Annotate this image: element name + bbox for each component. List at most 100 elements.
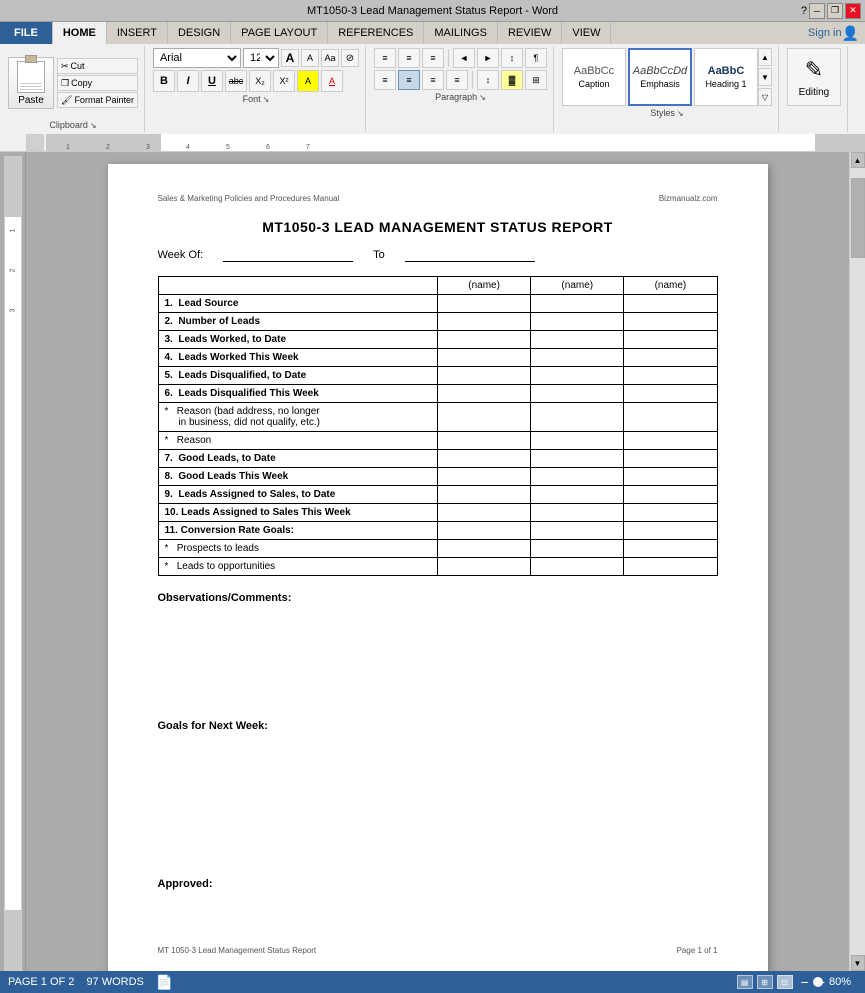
table-row: 9. Leads Assigned to Sales, to Date: [158, 486, 717, 504]
row8-col3: [624, 468, 717, 486]
font-size-select[interactable]: 12: [243, 48, 279, 68]
styles-scroll-down[interactable]: ▼: [758, 68, 772, 86]
restore-button[interactable]: ❐: [827, 3, 843, 19]
tab-page-layout[interactable]: PAGE LAYOUT: [231, 22, 328, 44]
line-spacing-button[interactable]: ↕: [477, 70, 499, 90]
borders-button[interactable]: ⊞: [525, 70, 547, 90]
table-row: 10. Leads Assigned to Sales This Week: [158, 504, 717, 522]
clipboard-expand-icon[interactable]: ↘: [90, 121, 97, 130]
styles-scroll-up[interactable]: ▲: [758, 48, 772, 66]
doc-icon[interactable]: 📄: [156, 974, 173, 991]
editing-label: [813, 108, 816, 118]
superscript-button[interactable]: X²: [273, 70, 295, 92]
row5-label: 5. Leads Disqualified, to Date: [158, 367, 438, 385]
numbering-button[interactable]: ≡: [398, 48, 420, 68]
row5-col3: [624, 367, 717, 385]
vertical-scrollbar[interactable]: ▲ ▼: [849, 152, 865, 971]
highlight-button[interactable]: A: [297, 70, 319, 92]
font-row2: B I U abc X₂ X² A A: [153, 70, 359, 92]
table-row: * Reason: [158, 432, 717, 450]
font-family-select[interactable]: Arial: [153, 48, 241, 68]
observations-content[interactable]: [158, 610, 718, 660]
underline-button[interactable]: U: [201, 70, 223, 92]
help-icon[interactable]: ?: [801, 5, 807, 17]
tab-home[interactable]: HOME: [53, 22, 107, 44]
increase-font-button[interactable]: A: [281, 49, 299, 67]
style-caption[interactable]: AaBbCc Caption: [562, 48, 626, 106]
copy-button[interactable]: ❐ Copy: [57, 75, 138, 91]
style-emphasis[interactable]: AaBbCcDd Emphasis: [628, 48, 692, 106]
tab-insert[interactable]: INSERT: [107, 22, 168, 44]
editing-button[interactable]: ✎ Editing: [787, 48, 841, 106]
decrease-font-button[interactable]: A: [301, 49, 319, 67]
row1-col1: [438, 295, 531, 313]
font-expand-icon[interactable]: ↘: [263, 95, 270, 104]
format-painter-button[interactable]: 🖌 Format Painter: [57, 92, 138, 108]
row7-label: 7. Good Leads, to Date: [158, 450, 438, 468]
table-header-label-col: [158, 277, 438, 295]
tab-file[interactable]: FILE: [0, 22, 53, 44]
web-layout-view[interactable]: ⊡: [777, 975, 793, 989]
paragraph-expand-icon[interactable]: ↘: [479, 93, 486, 102]
align-left-button[interactable]: ≡: [374, 70, 396, 90]
zoom-minus-button[interactable]: −: [801, 974, 809, 990]
multilevel-button[interactable]: ≡: [422, 48, 444, 68]
scrollbar-thumb[interactable]: [851, 178, 865, 258]
minimize-button[interactable]: ─: [809, 3, 825, 19]
subscript-button[interactable]: X₂: [249, 70, 271, 92]
to-field[interactable]: [405, 249, 535, 262]
scrollbar-down-button[interactable]: ▼: [851, 955, 865, 971]
italic-button[interactable]: I: [177, 70, 199, 92]
bold-button[interactable]: B: [153, 70, 175, 92]
zoom-controls: − + 80%: [801, 974, 857, 990]
clear-formatting-button[interactable]: ⊘: [341, 49, 359, 67]
strikethrough-button[interactable]: abc: [225, 70, 247, 92]
justify-button[interactable]: ≡: [446, 70, 468, 90]
tab-references[interactable]: REFERENCES: [328, 22, 424, 44]
scrollbar-up-button[interactable]: ▲: [851, 152, 865, 168]
row11b-col3: [624, 558, 717, 576]
title-bar: MT1050-3 Lead Management Status Report -…: [0, 0, 865, 22]
approved-content[interactable]: [158, 896, 718, 926]
paste-button[interactable]: Paste: [8, 57, 54, 109]
close-button[interactable]: ✕: [845, 3, 861, 19]
row1-label: 1. Lead Source: [158, 295, 438, 313]
row1-col2: [531, 295, 624, 313]
tab-review[interactable]: REVIEW: [498, 22, 562, 44]
change-case-button[interactable]: Aa: [321, 49, 339, 67]
goals-content[interactable]: [158, 738, 718, 818]
align-right-button[interactable]: ≡: [422, 70, 444, 90]
zoom-level: 80%: [829, 976, 857, 988]
tab-mailings[interactable]: MAILINGS: [424, 22, 498, 44]
styles-more-button[interactable]: ▽: [758, 88, 772, 106]
clipboard-label: Clipboard ↘: [49, 120, 96, 130]
style-heading1[interactable]: AaBbC Heading 1: [694, 48, 758, 106]
shading-button[interactable]: ▓: [501, 70, 523, 90]
row3-label: 3. Leads Worked, to Date: [158, 331, 438, 349]
table-row: * Reason (bad address, no longer in busi…: [158, 403, 717, 432]
row4-col2: [531, 349, 624, 367]
row6-col2: [531, 385, 624, 403]
font-color-button[interactable]: A: [321, 70, 343, 92]
row11b-col1: [438, 558, 531, 576]
sign-in-button[interactable]: Sign in 👤: [808, 22, 859, 44]
full-screen-view[interactable]: ⊞: [757, 975, 773, 989]
row11-col2: [531, 522, 624, 540]
sort-button[interactable]: ↕: [501, 48, 523, 68]
print-layout-view[interactable]: ▤: [737, 975, 753, 989]
clipboard-small-buttons: ✂ Cut ❐ Copy 🖌 Format Painter: [57, 58, 138, 108]
row6-col3: [624, 385, 717, 403]
styles-expand-icon[interactable]: ↘: [677, 109, 684, 118]
cut-button[interactable]: ✂ Cut: [57, 58, 138, 74]
bullets-button[interactable]: ≡: [374, 48, 396, 68]
tab-view[interactable]: VIEW: [562, 22, 611, 44]
align-center-button[interactable]: ≡: [398, 70, 420, 90]
decrease-indent-button[interactable]: ◄: [453, 48, 475, 68]
zoom-slider-thumb[interactable]: [813, 977, 823, 987]
show-paragraph-button[interactable]: ¶: [525, 48, 547, 68]
increase-indent-button[interactable]: ►: [477, 48, 499, 68]
doc-area[interactable]: Sales & Marketing Policies and Procedure…: [26, 152, 849, 971]
paragraph-controls: ≡ ≡ ≡ ◄ ► ↕ ¶ ≡ ≡ ≡ ≡ ↕ ▓ ⊞: [374, 48, 547, 90]
week-of-field[interactable]: [223, 249, 353, 262]
tab-design[interactable]: DESIGN: [168, 22, 231, 44]
